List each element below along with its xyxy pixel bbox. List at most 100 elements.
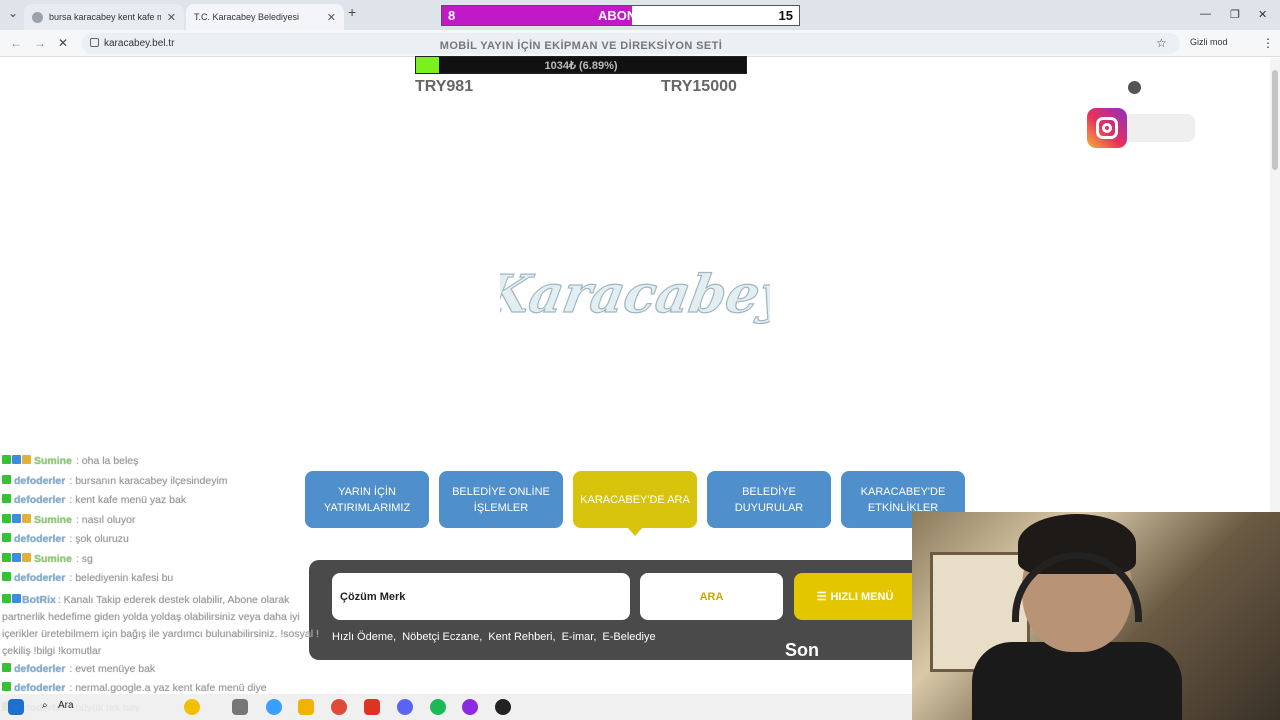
- subscriber-target: 15: [778, 8, 793, 23]
- browser-tab-bar: ⌄ bursa karacabey kent kafe menü ✕ T.C. …: [0, 0, 1280, 30]
- copilot-icon[interactable]: [266, 699, 282, 715]
- spotify-icon[interactable]: [430, 699, 446, 715]
- taskbar: [0, 694, 912, 720]
- donation-goal-bar: 1034₺ (6.89%): [415, 56, 747, 74]
- quick-menu-button[interactable]: ☰ HIZLI MENÜ: [794, 573, 916, 620]
- chat-message: Sumine: sg: [2, 553, 93, 565]
- incognito-indicator[interactable]: Gizli mod: [1190, 37, 1228, 47]
- restore-icon[interactable]: ❐: [1230, 8, 1240, 21]
- instagram-handle-pill: [1127, 114, 1195, 142]
- chat-badges: [2, 572, 12, 584]
- chat-badge-icon: [22, 514, 31, 523]
- chat-badge-icon: [22, 553, 31, 562]
- tab-search-icon[interactable]: ⌄: [8, 6, 18, 20]
- google-favicon-icon: [32, 11, 43, 23]
- quick-link[interactable]: E-imar,: [562, 631, 597, 643]
- search-button[interactable]: ARA: [640, 573, 783, 620]
- streamer-shirt: [972, 642, 1182, 720]
- chat-badge-icon: [12, 594, 21, 603]
- chat-message: BotRix: Kanalı Takip ederek destek olabi…: [2, 592, 334, 660]
- chat-username: defoderler: [14, 682, 66, 694]
- stop-loading-icon[interactable]: ✕: [58, 36, 68, 50]
- chat-text: : şok oluruzu: [69, 533, 129, 545]
- taskbar-search-label[interactable]: Ara: [58, 700, 74, 711]
- chat-username: defoderler: [14, 572, 66, 584]
- forward-icon[interactable]: →: [34, 36, 46, 50]
- chat-message: Sumine: nasıl oluyor: [2, 514, 135, 526]
- chat-badges: [2, 514, 32, 526]
- chat-username: defoderler: [14, 494, 66, 506]
- quick-link[interactable]: E-Belediye: [602, 631, 655, 643]
- chat-badge-icon: [2, 455, 11, 464]
- close-tab-icon[interactable]: ✕: [167, 11, 176, 24]
- new-tab-button[interactable]: +: [348, 4, 356, 20]
- tab-karacabey-belediyesi[interactable]: T.C. Karacabey Belediyesi ✕: [186, 4, 344, 30]
- search-input[interactable]: Çözüm Merk: [332, 573, 630, 620]
- chat-message: defoderler: şok oluruzu: [2, 533, 129, 545]
- chat-username: Sumine: [34, 514, 72, 526]
- widgets-icon[interactable]: [184, 699, 200, 715]
- donation-goal-max: TRY15000: [661, 78, 737, 95]
- chat-badge-icon: [2, 533, 11, 542]
- chat-message: defoderler: bursanın karacabey ilçesinde…: [2, 475, 228, 487]
- tab-bursa-karacabey[interactable]: bursa karacabey kent kafe menü ✕: [24, 4, 184, 30]
- quick-menu-label: HIZLI MENÜ: [830, 590, 894, 603]
- status-dot: [1128, 81, 1141, 94]
- chat-text: : kent kafe menü yaz bak: [69, 494, 187, 506]
- close-tab-icon[interactable]: ✕: [327, 11, 336, 24]
- file-explorer-icon[interactable]: [298, 699, 314, 715]
- wps-icon[interactable]: [364, 699, 380, 715]
- chat-badge-icon: [2, 594, 11, 603]
- chat-text: : belediyenin kafesi bu: [69, 572, 174, 584]
- subscriber-current: 8: [448, 8, 456, 23]
- chat-badge-icon: [2, 553, 11, 562]
- nav-search-karacabey-button[interactable]: KARACABEY'DE ARA: [573, 471, 697, 528]
- site-info-icon[interactable]: [90, 38, 99, 47]
- chat-badge-icon: [2, 572, 11, 581]
- quick-link[interactable]: Kent Rehberi,: [488, 631, 555, 643]
- quick-links: Hızlı Ödeme, Nöbetçi Eczane, Kent Rehber…: [332, 631, 656, 643]
- search-icon[interactable]: ⌕: [42, 700, 48, 711]
- active-tab-pointer: [627, 527, 643, 536]
- close-window-icon[interactable]: ✕: [1258, 8, 1267, 21]
- chat-badges: [2, 494, 12, 506]
- chat-message: defoderler: nermal.google.a yaz kent kaf…: [2, 682, 267, 694]
- more-menu-icon[interactable]: ⋮: [1262, 36, 1274, 50]
- chat-text: : bursanın karacabey ilçesindeyim: [69, 475, 228, 487]
- chat-badge-icon: [12, 455, 21, 464]
- chat-badge-icon: [22, 455, 31, 464]
- chat-badge-icon: [2, 682, 11, 691]
- chat-message: defoderler: evet menüye bak: [2, 663, 155, 675]
- tab-title: bursa karacabey kent kafe menü: [49, 12, 161, 22]
- chat-badge-icon: [2, 494, 11, 503]
- bookmark-star-icon[interactable]: ☆: [1156, 36, 1167, 50]
- task-view-icon[interactable]: [232, 699, 248, 715]
- chat-text: : sg: [75, 553, 93, 565]
- chat-badges: [2, 533, 12, 545]
- chat-badge-icon: [12, 514, 21, 523]
- nav-announcements-button[interactable]: BELEDİYE DUYURULAR: [707, 471, 831, 528]
- quick-link[interactable]: Nöbetçi Eczane,: [402, 631, 482, 643]
- chat-badges: [2, 594, 22, 606]
- instagram-icon: [1087, 108, 1127, 148]
- obs-icon[interactable]: [495, 699, 511, 715]
- donation-goal-min: TRY981: [415, 78, 474, 95]
- discord-icon[interactable]: [397, 699, 413, 715]
- chat-text: : evet menüye bak: [69, 663, 156, 675]
- start-icon[interactable]: [8, 699, 24, 715]
- minimize-icon[interactable]: —: [1200, 8, 1211, 20]
- chat-username: defoderler: [14, 475, 66, 487]
- chat-message: defoderler: belediyenin kafesi bu: [2, 572, 173, 584]
- url-text: karacabey.bel.tr: [104, 38, 175, 49]
- chat-text: : nermal.google.a yaz kent kafe menü diy…: [69, 682, 267, 694]
- back-icon[interactable]: ←: [10, 36, 22, 50]
- webcam-feed: [912, 512, 1280, 720]
- hamburger-icon: ☰: [816, 591, 827, 603]
- scrollbar-thumb[interactable]: [1272, 70, 1278, 170]
- chat-badges: [2, 455, 32, 467]
- chat-badge-icon: [12, 553, 21, 562]
- twitch-icon[interactable]: [462, 699, 478, 715]
- news-ticker: Son: [785, 640, 819, 660]
- chrome-icon[interactable]: [331, 699, 347, 715]
- nav-online-services-button[interactable]: BELEDİYE ONLİNE İŞLEMLER: [439, 471, 563, 528]
